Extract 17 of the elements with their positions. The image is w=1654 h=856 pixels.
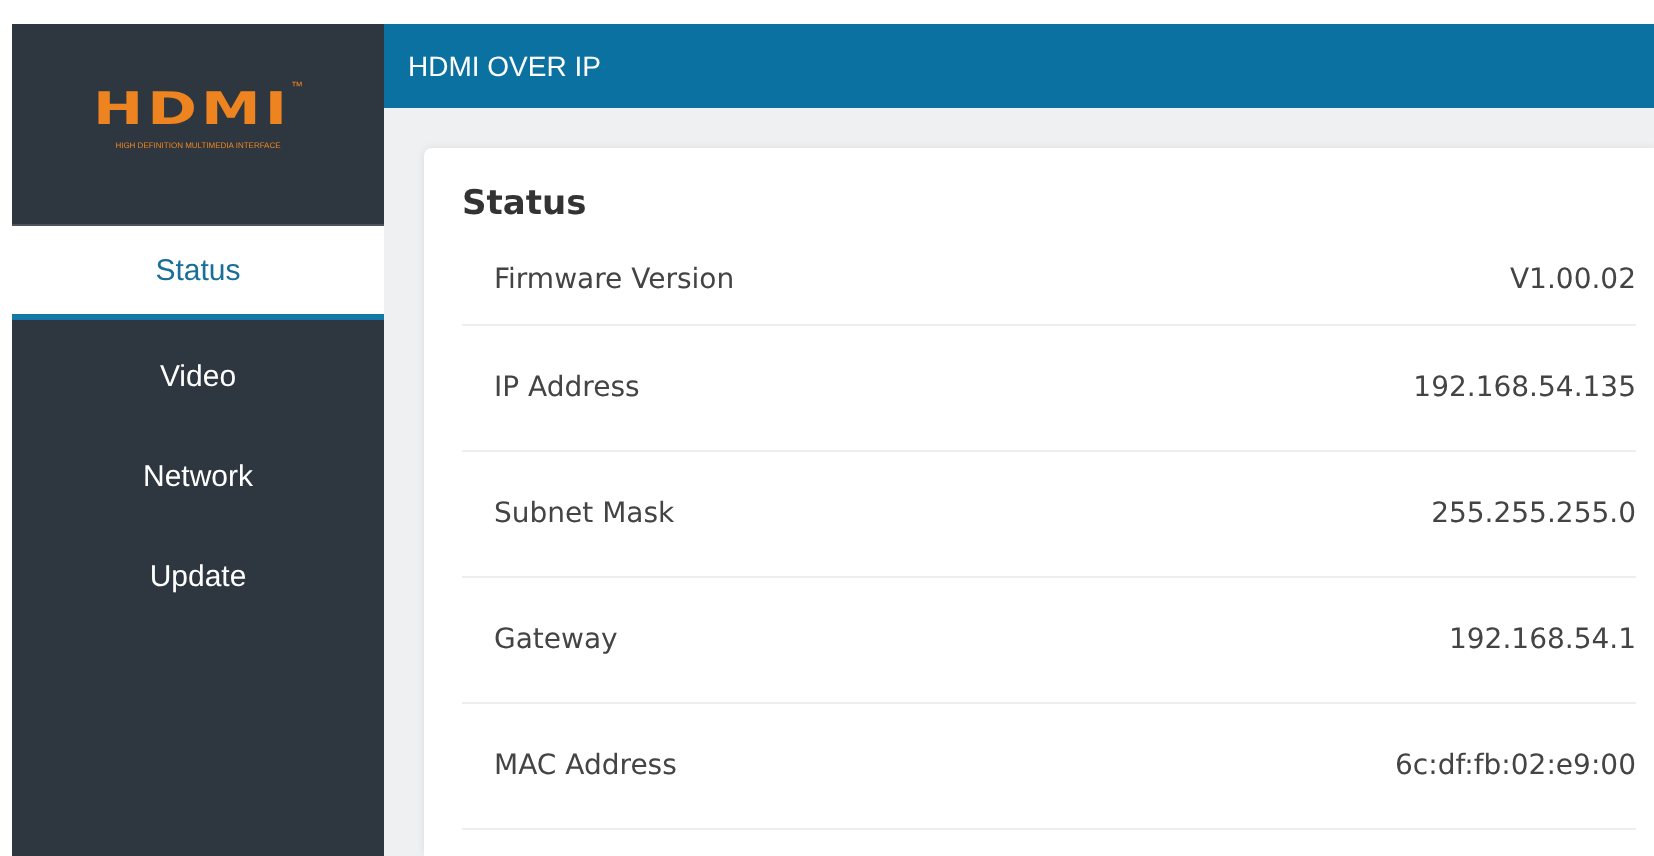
field-label: Gateway [494, 624, 618, 656]
header-title: HDMI OVER IP [408, 50, 601, 82]
field-label: IP Address [494, 372, 640, 404]
field-label: MAC Address [494, 750, 677, 782]
sidebar-item[interactable]: Status [12, 226, 384, 320]
field-label: Firmware Version [494, 264, 735, 296]
field-value: V1.00.02 [1509, 264, 1636, 296]
field-value: 6c:df:fb:02:e9:00 [1395, 750, 1636, 782]
sidebar-item[interactable]: Update [12, 526, 384, 626]
card-title: Status [462, 184, 589, 224]
logo-wordmark: HDMI [92, 86, 292, 132]
field-value: 192.168.54.1 [1448, 624, 1636, 656]
field-value: 255.255.255.0 [1431, 498, 1636, 530]
sidebar-item[interactable]: Video [12, 326, 384, 426]
sidebar-item[interactable]: Network [12, 426, 384, 526]
field-value: 192.168.54.135 [1413, 372, 1636, 404]
field-label: Subnet Mask [494, 498, 675, 530]
